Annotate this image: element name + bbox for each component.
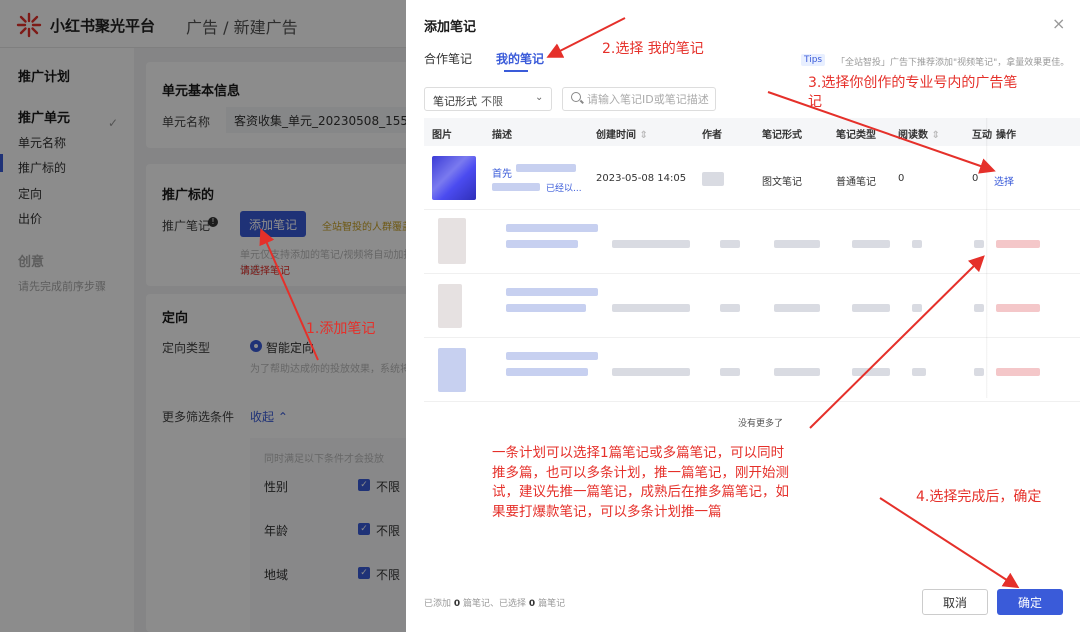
- blurred-action[interactable]: [996, 304, 1040, 312]
- col-reads[interactable]: 阅读数 ⇕: [898, 126, 940, 141]
- blurred-desc: [506, 352, 598, 360]
- tab-my-notes[interactable]: 我的笔记: [496, 50, 544, 67]
- sort-icon: ⇕: [931, 130, 940, 141]
- blurred-author: [720, 304, 740, 312]
- note-created-time: 2023-05-08 14:05: [596, 173, 687, 184]
- table-row[interactable]: 首先 已经以... 2023-05-08 14:05 图文笔记 普通笔记 0 0…: [424, 148, 1080, 210]
- annotation-step3a: 3.选择你创作的专业号内的广告笔: [808, 75, 1018, 91]
- annotation-note-line: 试，建议先推一篇笔记，成熟后在推多篇笔记，如: [492, 484, 789, 500]
- cancel-button[interactable]: 取消: [922, 589, 988, 615]
- blurred-desc: [516, 164, 576, 172]
- annotation-step3b: 记: [808, 94, 822, 110]
- note-form: 图文笔记: [762, 177, 802, 188]
- annotation-note-line: 一条计划可以选择1篇笔记或多篇笔记，可以同时: [492, 445, 785, 461]
- note-desc[interactable]: 首先: [492, 165, 512, 180]
- note-tag: 已经以...: [546, 184, 582, 194]
- col-action: 操作: [994, 126, 1016, 141]
- tab-underline: [504, 70, 528, 72]
- note-form-value: 不限: [481, 95, 503, 108]
- blurred-time: [612, 240, 690, 248]
- annotation-note-line: 推多篇，也可以多条计划，推一篇笔记，刚开始测: [492, 464, 789, 481]
- table-row[interactable]: [424, 340, 1080, 402]
- tips-text: 「全站智投」广告下推荐添加"视频笔记"，拿量效果更佳。: [836, 58, 1070, 68]
- sticky-column-shadow: [986, 118, 988, 398]
- col-desc: 描述: [492, 130, 512, 141]
- blurred-reads: [912, 304, 922, 312]
- blurred-reads: [912, 240, 922, 248]
- blurred-author: [720, 368, 740, 376]
- blurred-thumbnail: [438, 348, 466, 392]
- no-more-text: 没有更多了: [738, 419, 784, 429]
- annotation-note: 一条计划可以选择1篇笔记或多篇笔记，可以同时 推多篇，也可以多条计划，推一篇笔记…: [492, 444, 789, 522]
- blurred-thumbnail: [438, 284, 462, 328]
- blurred-desc: [492, 183, 540, 191]
- selection-summary: 已添加 0 篇笔记、已选择 0 篇笔记: [424, 599, 566, 609]
- annotation-note-line: 果要打爆款笔记，可以多条计划推一篇: [492, 503, 722, 520]
- note-thumbnail: [432, 156, 476, 200]
- blurred-desc: [506, 240, 578, 248]
- col-author: 作者: [702, 130, 722, 141]
- confirm-button[interactable]: 确定: [997, 589, 1063, 615]
- note-type: 普通笔记: [836, 177, 876, 188]
- note-reads: 0: [898, 173, 905, 184]
- app-root: 小红书聚光平台 广告 / 新建广告 推广计划 ✓ 推广单元 单元名称 推广标的 …: [0, 0, 1080, 632]
- blurred-desc: [506, 304, 586, 312]
- blurred-type: [852, 304, 890, 312]
- blurred-time: [612, 304, 690, 312]
- table-row[interactable]: [424, 212, 1080, 274]
- blurred-action[interactable]: [996, 368, 1040, 376]
- blurred-author: [702, 172, 724, 186]
- annotation-step1: 1.添加笔记: [306, 321, 376, 337]
- add-note-modal: 添加笔记 × 合作笔记 我的笔记 Tips 「全站智投」广告下推荐添加"视频笔记…: [406, 0, 1080, 632]
- tips-tag: Tips: [801, 54, 826, 66]
- col-created-time[interactable]: 创建时间 ⇕: [596, 126, 648, 141]
- blurred-interact: [974, 304, 984, 312]
- blurred-action[interactable]: [996, 240, 1040, 248]
- note-search-input[interactable]: [587, 91, 713, 107]
- close-icon[interactable]: ×: [1052, 14, 1065, 33]
- blurred-form: [774, 304, 820, 312]
- col-note-form: 笔记形式: [762, 130, 802, 141]
- blurred-author: [720, 240, 740, 248]
- blurred-reads: [912, 368, 926, 376]
- sort-icon: ⇕: [639, 130, 648, 141]
- select-note-button[interactable]: 选择: [994, 173, 1014, 188]
- table-row[interactable]: [424, 276, 1080, 338]
- note-interact: 0: [972, 173, 979, 184]
- blurred-time: [612, 368, 690, 376]
- modal-overlay[interactable]: [0, 0, 406, 632]
- note-form-select[interactable]: 笔记形式 不限 ⌄: [424, 87, 552, 111]
- search-icon: [571, 92, 581, 102]
- blurred-form: [774, 240, 820, 248]
- table-header: 图片 描述 创建时间 ⇕ 作者 笔记形式 笔记类型 阅读数 ⇕ 互动 操作: [424, 118, 1080, 146]
- note-form-label: 笔记形式: [433, 95, 477, 108]
- blurred-form: [774, 368, 820, 376]
- blurred-desc: [506, 224, 598, 232]
- blurred-type: [852, 240, 890, 248]
- blurred-thumbnail: [438, 218, 466, 264]
- col-note-type: 笔记类型: [836, 130, 876, 141]
- tab-cooperation-notes[interactable]: 合作笔记: [424, 50, 472, 67]
- modal-title: 添加笔记: [424, 20, 477, 35]
- blurred-interact: [974, 368, 984, 376]
- chevron-down-icon: ⌄: [535, 92, 544, 103]
- blurred-desc: [506, 288, 598, 296]
- col-image: 图片: [432, 130, 452, 141]
- blurred-type: [852, 368, 890, 376]
- annotation-step2: 2.选择 我的笔记: [602, 41, 704, 57]
- annotation-step4: 4.选择完成后，确定: [916, 489, 1042, 505]
- blurred-interact: [974, 240, 984, 248]
- note-search-box[interactable]: [562, 87, 716, 111]
- col-interact: 互动: [972, 130, 992, 141]
- blurred-desc: [506, 368, 588, 376]
